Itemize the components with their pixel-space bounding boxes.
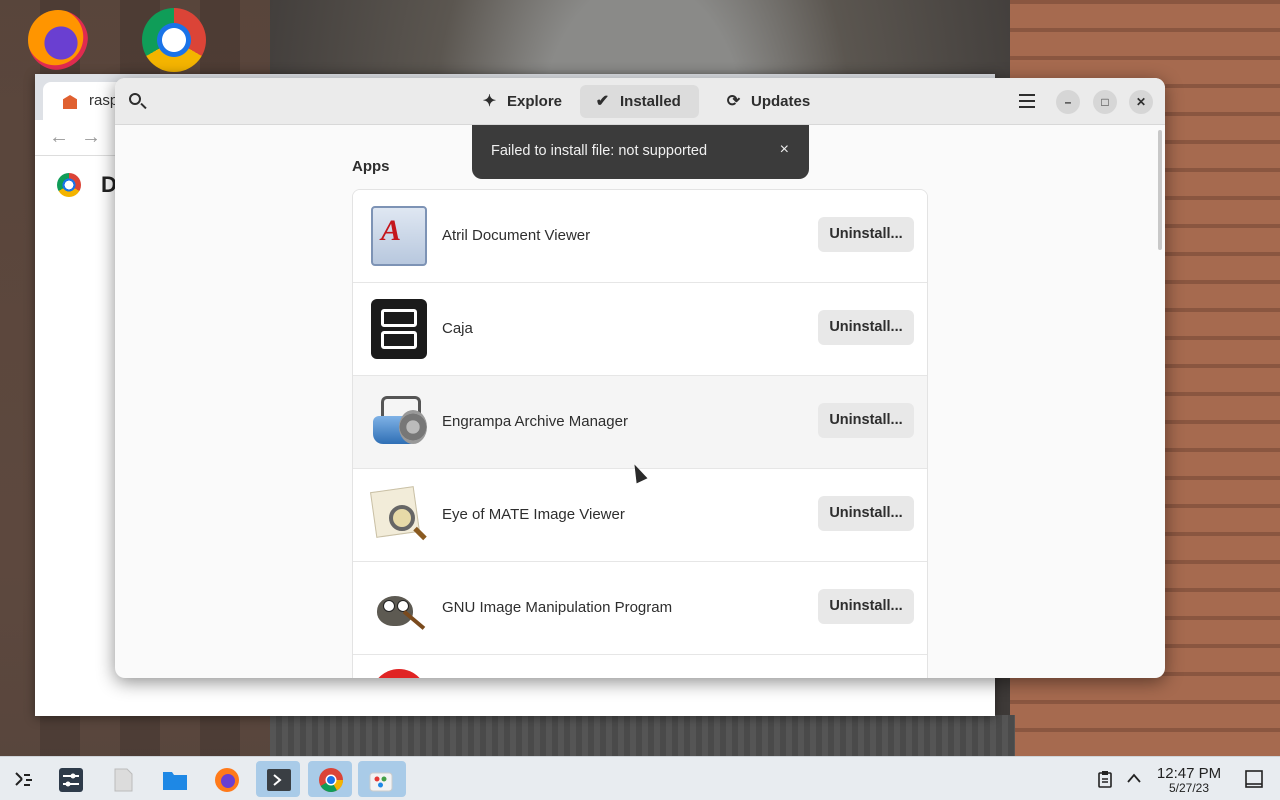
uninstall-button[interactable]: Uninstall... [818, 403, 914, 438]
engrampa-icon [371, 392, 427, 452]
app-list: A Atril Document Viewer Uninstall... Caj… [352, 189, 928, 678]
atril-icon: A [371, 206, 427, 266]
app-name: Engrampa Archive Manager [442, 413, 628, 430]
clock[interactable]: 12:47 PM 5/27/23 [1148, 766, 1230, 795]
taskbar-software[interactable] [358, 761, 406, 797]
app-name: Eye of MATE Image Viewer [442, 506, 625, 523]
taskbar-files[interactable] [152, 761, 196, 797]
clock-time: 12:47 PM [1156, 765, 1222, 782]
software-window: ✦ Explore ✔ Installed ⟳ Updates – □ ✕ Ap… [115, 78, 1165, 678]
tab-updates-label: Updates [751, 93, 811, 110]
list-item[interactable]: A Atril Document Viewer Uninstall... [353, 190, 927, 283]
app-launcher-button[interactable] [0, 761, 44, 797]
taskbar-firefox[interactable] [204, 761, 248, 797]
clock-date: 5/27/23 [1168, 781, 1210, 795]
scrollbar[interactable] [1158, 130, 1162, 250]
caja-icon [371, 299, 427, 359]
section-title: Apps [352, 158, 390, 175]
list-item[interactable]: GNU Image Manipulation Program Uninstall… [353, 562, 927, 655]
taskbar: 12:47 PM 5/27/23 [0, 756, 1280, 800]
app-launcher-icon [15, 772, 32, 786]
partial-app-icon [371, 669, 427, 678]
tab-updates[interactable]: ⟳ Updates [711, 85, 817, 118]
forward-arrow-icon[interactable]: → [81, 126, 101, 149]
menu-icon[interactable] [1019, 94, 1035, 108]
list-item[interactable]: Engrampa Archive Manager Uninstall... [353, 376, 927, 469]
tab-explore[interactable]: ✦ Explore [467, 85, 565, 118]
settings-icon [59, 768, 83, 792]
desktop-chrome-icon[interactable] [142, 8, 206, 72]
refresh-icon: ⟳ [726, 93, 741, 110]
chrome-icon [319, 768, 343, 793]
taskbar-chrome[interactable] [308, 761, 352, 797]
header-bar: ✦ Explore ✔ Installed ⟳ Updates – □ ✕ [115, 78, 1165, 125]
minimize-button[interactable]: – [1056, 90, 1080, 114]
folder-icon [163, 772, 187, 790]
chevron-up-icon[interactable] [1126, 772, 1142, 784]
check-circle-icon: ✔ [595, 93, 610, 110]
show-desktop-icon[interactable] [1245, 770, 1263, 788]
list-item[interactable] [353, 655, 927, 678]
tab-installed-label: Installed [620, 93, 681, 110]
app-name: Caja [442, 320, 473, 337]
terminal-icon [267, 769, 291, 791]
wallpaper-bottom [270, 715, 1015, 757]
uninstall-button[interactable]: Uninstall... [818, 496, 914, 531]
tab-favicon-icon [63, 95, 77, 109]
list-item[interactable]: Eye of MATE Image Viewer Uninstall... [353, 469, 927, 562]
app-name: GNU Image Manipulation Program [442, 599, 673, 616]
taskbar-file[interactable] [100, 761, 144, 797]
gimp-icon [371, 578, 427, 638]
uninstall-button[interactable]: Uninstall... [818, 310, 914, 345]
firefox-icon [215, 768, 239, 792]
app-name: Atril Document Viewer [442, 227, 591, 244]
maximize-button[interactable]: □ [1093, 90, 1117, 114]
tab-installed[interactable]: ✔ Installed [580, 85, 699, 118]
sparkle-icon: ✦ [482, 93, 497, 110]
uninstall-button[interactable]: Uninstall... [818, 217, 914, 252]
chrome-logo-icon [57, 173, 81, 197]
clipboard-icon[interactable] [1097, 770, 1113, 788]
toast-close-icon[interactable]: × [780, 141, 789, 159]
taskbar-settings[interactable] [48, 761, 92, 797]
desktop-firefox-icon[interactable] [28, 10, 88, 70]
software-store-icon [369, 772, 393, 792]
search-icon[interactable] [127, 91, 149, 113]
toast-message: Failed to install file: not supported [491, 143, 708, 159]
uninstall-button[interactable]: Uninstall... [818, 589, 914, 624]
error-toast: Failed to install file: not supported × [472, 125, 809, 179]
blank-file-icon [114, 768, 133, 792]
list-item[interactable]: Caja Uninstall... [353, 283, 927, 376]
tab-explore-label: Explore [507, 93, 563, 110]
eye-of-mate-icon [370, 485, 427, 545]
close-button[interactable]: ✕ [1129, 90, 1153, 114]
taskbar-terminal[interactable] [256, 761, 300, 797]
back-arrow-icon[interactable]: ← [49, 126, 69, 149]
